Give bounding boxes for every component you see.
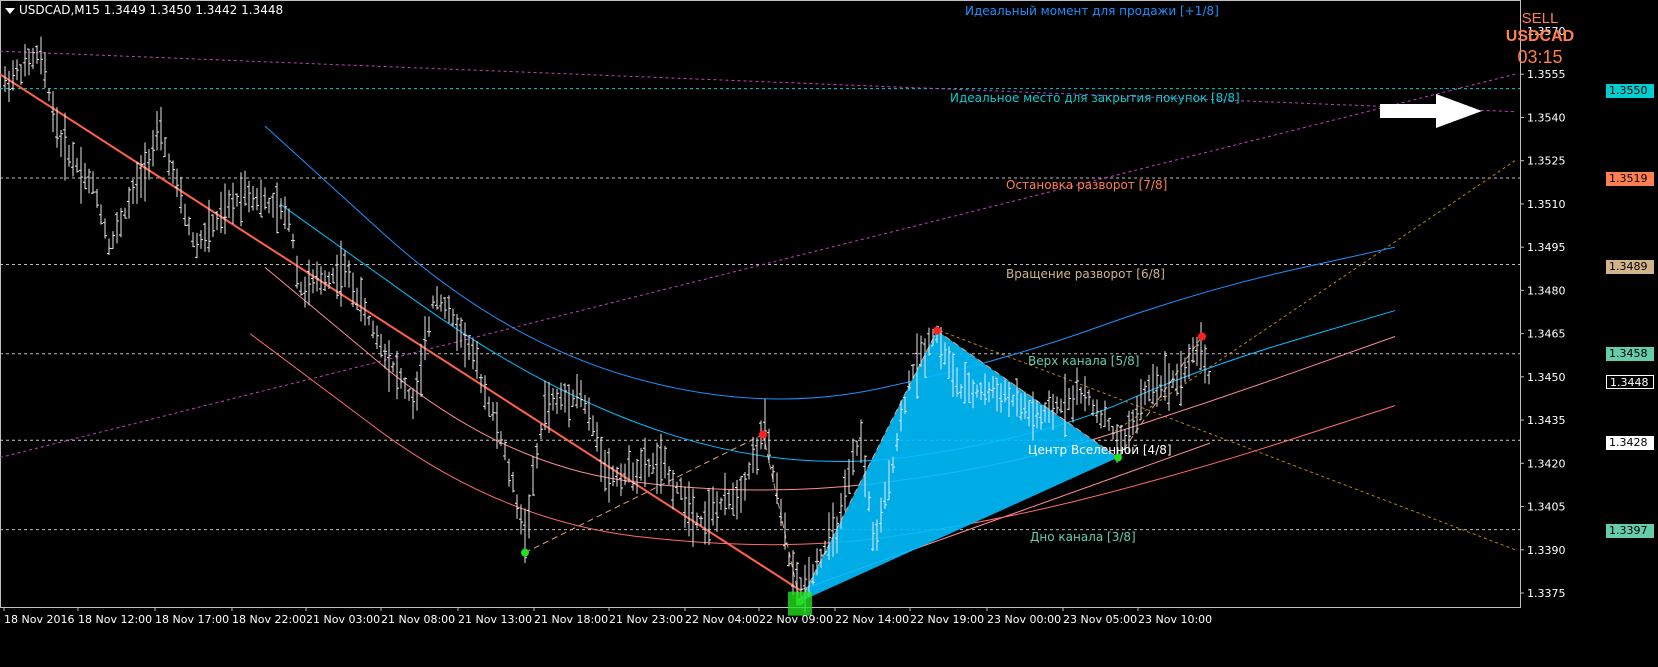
- y-tick-label: 1.3495: [1527, 241, 1566, 254]
- x-tick-label: 18 Nov 22:00: [232, 613, 306, 626]
- price-tag: 1.3397: [1606, 524, 1654, 538]
- channel-curve: [249, 333, 1396, 546]
- trend-line: [0, 73, 801, 591]
- x-tick-label: 23 Nov 00:00: [987, 613, 1061, 626]
- trend-line: [0, 73, 1516, 459]
- channel-curve: [279, 203, 1396, 462]
- level-label-l68: Вращение разворот [6/8]: [1006, 267, 1165, 281]
- swing-high-marker: [1198, 332, 1206, 341]
- x-tick-label: 22 Nov 04:00: [685, 613, 759, 626]
- y-tick-label: 1.3525: [1527, 155, 1566, 168]
- swing-high-marker: [933, 326, 941, 335]
- price-tag: 1.3428: [1606, 436, 1654, 450]
- x-tick-label: 18 Nov 12:00: [78, 613, 152, 626]
- level-label-l58: Верх канала [5/8]: [1028, 354, 1140, 368]
- x-tick-label: 23 Nov 05:00: [1063, 613, 1137, 626]
- x-tick-label: 21 Nov 08:00: [381, 613, 455, 626]
- channel-curve: [264, 266, 1396, 491]
- y-tick-label: 1.3465: [1527, 328, 1566, 341]
- x-tick-label: 21 Nov 23:00: [609, 613, 683, 626]
- y-tick-label: 1.3510: [1527, 198, 1566, 211]
- symbol-info-text: USDCAD,M15 1.3449 1.3450 1.3442 1.3448: [19, 3, 284, 17]
- swing-high-marker: [759, 430, 767, 439]
- pattern-triangle: [800, 330, 1118, 602]
- level-label-plus18: Идеальный момент для продажи [+1/8]: [965, 4, 1219, 18]
- level-label-l48: Центр Вселенной [4/8]: [1028, 443, 1172, 457]
- x-tick-label: 22 Nov 14:00: [835, 613, 909, 626]
- level-label-l78: Остановка разворот [7/8]: [1006, 178, 1168, 192]
- y-tick-label: 1.3390: [1527, 544, 1566, 557]
- channel-curve: [264, 125, 1396, 400]
- x-tick-label: 18 Nov 17:00: [155, 613, 229, 626]
- level-label-l88: Идеальное место для закрытия покупок [8/…: [950, 91, 1240, 105]
- x-tick-label: 23 Nov 10:00: [1138, 613, 1212, 626]
- swing-low-marker: [521, 548, 529, 557]
- x-tick-label: 21 Nov 18:00: [534, 613, 608, 626]
- y-tick-label: 1.3435: [1527, 414, 1566, 427]
- price-tag: 1.3489: [1606, 260, 1654, 274]
- signal-direction: SELL: [1521, 10, 1559, 27]
- x-tick-label: 21 Nov 03:00: [306, 613, 380, 626]
- price-chart[interactable]: 1.35701.35551.35401.35251.35101.34951.34…: [0, 0, 1658, 667]
- price-tag: 1.3458: [1606, 347, 1654, 361]
- signal-arrow-icon: [1380, 94, 1482, 128]
- price-tag: 1.3448: [1606, 375, 1654, 389]
- y-tick-label: 1.3540: [1527, 111, 1566, 124]
- symbol-header: USDCAD,M15 1.3449 1.3450 1.3442 1.3448: [5, 3, 283, 17]
- plot-border: [0, 0, 1521, 608]
- dropdown-triangle-icon[interactable]: [5, 7, 15, 14]
- signal-timer: 03:15: [1517, 47, 1563, 67]
- y-tick-label: 1.3555: [1527, 68, 1566, 81]
- trend-line: [0, 50, 1516, 113]
- signal-symbol: USDCAD: [1505, 28, 1575, 45]
- y-tick-label: 1.3420: [1527, 457, 1566, 470]
- x-tick-label: 22 Nov 19:00: [910, 613, 984, 626]
- signal-panel: SELL USDCAD 03:15: [1500, 10, 1580, 68]
- price-tag: 1.3550: [1606, 84, 1654, 98]
- price-tag: 1.3519: [1606, 172, 1654, 186]
- y-tick-label: 1.3375: [1527, 587, 1566, 600]
- trend-line: [1109, 160, 1516, 435]
- x-tick-label: 22 Nov 09:00: [759, 613, 833, 626]
- y-tick-label: 1.3405: [1527, 501, 1566, 514]
- y-tick-label: 1.3480: [1527, 284, 1566, 297]
- level-label-l38: Дно канала [3/8]: [1030, 530, 1136, 544]
- y-tick-label: 1.3450: [1527, 371, 1566, 384]
- x-tick-label: 21 Nov 13:00: [458, 613, 532, 626]
- x-tick-label: 18 Nov 2016: [4, 613, 74, 626]
